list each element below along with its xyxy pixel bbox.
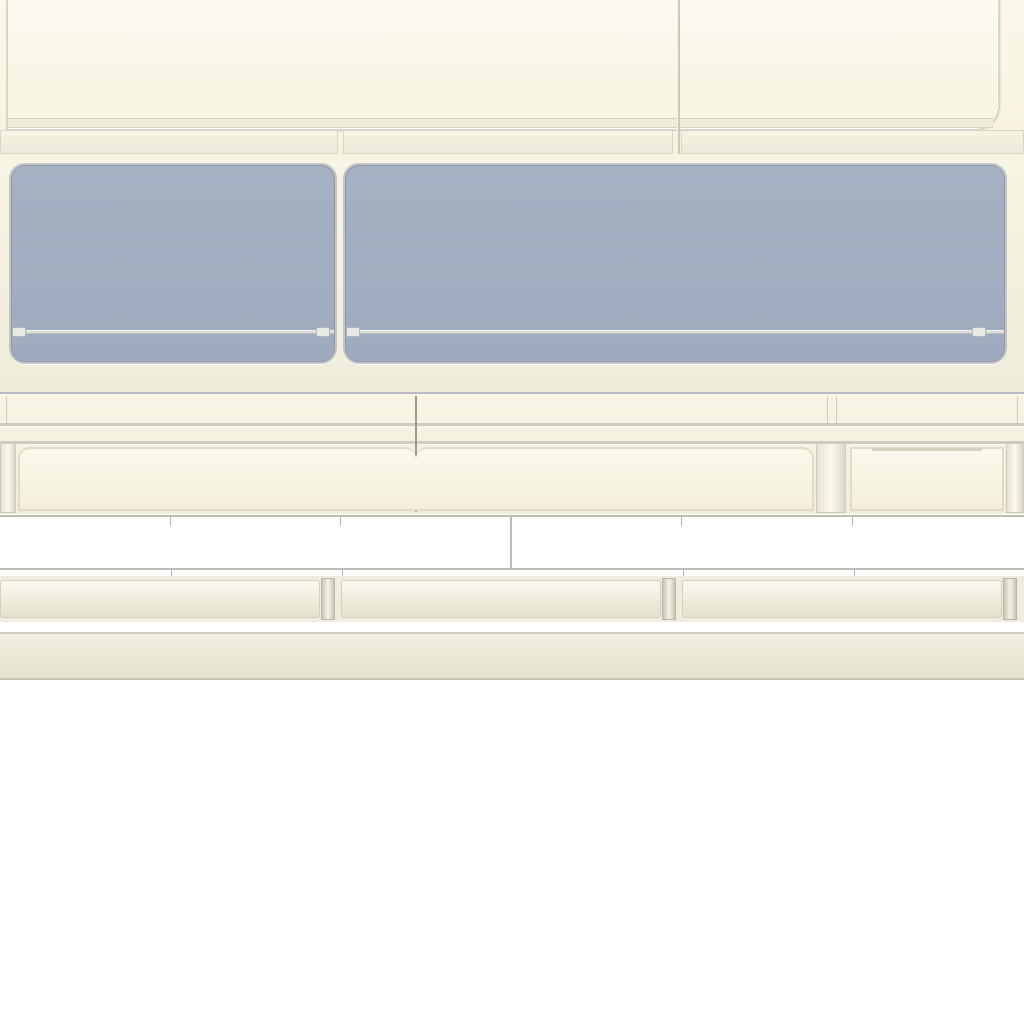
lower-door-middle — [416, 447, 814, 511]
slot-tick — [170, 517, 171, 526]
lower-post — [816, 443, 846, 513]
rail-clip — [12, 327, 26, 337]
rail-clip — [972, 327, 986, 337]
lower-rail — [0, 441, 1024, 445]
pipe-collar — [662, 578, 676, 620]
top-strip-segment — [343, 130, 673, 154]
rail-clip — [346, 327, 360, 337]
pipe-segment — [682, 580, 1002, 618]
top-panel-divider — [677, 0, 680, 157]
lower-cell-divider — [6, 396, 7, 426]
white-slot-row — [0, 515, 1024, 570]
panel-texture-sheet — [0, 0, 1024, 1024]
lower-post — [1006, 443, 1024, 513]
top-panel-card — [6, 0, 1000, 131]
door-handle — [872, 448, 982, 452]
slot-tick — [681, 517, 682, 526]
pipe-collar — [1003, 578, 1017, 620]
lower-cell-divider — [827, 396, 828, 426]
top-strip-segment — [681, 130, 1024, 154]
lower-cell-divider — [1017, 396, 1018, 426]
rail-clip — [316, 327, 330, 337]
slot-tick — [852, 517, 853, 526]
lower-cell-divider — [836, 396, 837, 426]
pipe-collar — [321, 578, 335, 620]
bottom-trim-strip — [0, 632, 1024, 680]
top-panel-rail — [8, 118, 993, 128]
lower-door-left — [18, 447, 416, 511]
top-strip-segment — [0, 130, 338, 154]
lower-post — [0, 443, 16, 513]
pipe-segment — [341, 580, 661, 618]
window-left-rail — [12, 330, 334, 334]
slot-divider — [510, 517, 512, 568]
lower-door-right — [850, 447, 1004, 511]
window-right-rail — [346, 330, 1004, 334]
slot-tick — [340, 517, 341, 526]
lower-rail — [0, 423, 1024, 427]
pipe-segment — [0, 580, 320, 618]
